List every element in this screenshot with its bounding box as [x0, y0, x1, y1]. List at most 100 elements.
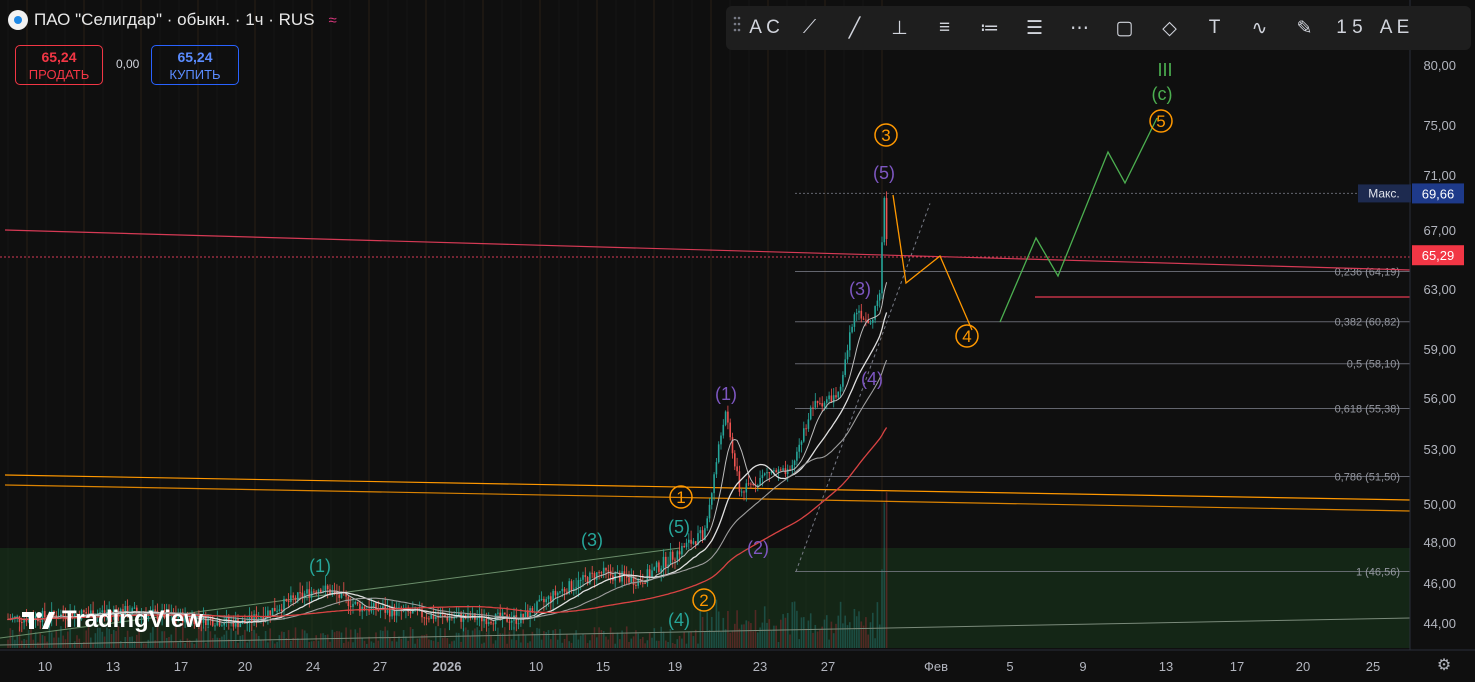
volume-bar: [366, 643, 368, 648]
sell-button[interactable]: 65,24 ПРОДАТЬ: [15, 45, 103, 85]
candle-body: [807, 419, 810, 429]
candle-body: [860, 310, 863, 319]
elliott-wave-label[interactable]: (2): [747, 538, 769, 558]
volume-bar: [34, 632, 37, 648]
candle-body: [554, 590, 557, 596]
fib-channel-icon[interactable]: ≔: [967, 6, 1012, 50]
candle-body: [494, 613, 497, 625]
price-chart[interactable]: 00,236 (64,19)0,382 (60,82)0,5 (58,10)0,…: [0, 0, 1475, 682]
elliott-wave-label[interactable]: (5): [873, 163, 895, 183]
brush-icon[interactable]: ✎: [1282, 6, 1327, 50]
volume-bar: [451, 641, 453, 648]
volume-bar: [837, 615, 840, 648]
volume-bar: [14, 639, 16, 648]
buy-button[interactable]: 65,24 КУПИТЬ: [151, 45, 239, 85]
volume-bar: [428, 639, 430, 648]
volume-bar: [154, 640, 156, 648]
volume-bar: [455, 632, 458, 648]
volume-bar: [763, 606, 766, 648]
candle-body: [423, 617, 426, 619]
volume-bar: [566, 634, 568, 648]
volume-bar: [306, 633, 308, 648]
candle-body: [800, 441, 803, 445]
elliott-wave-label[interactable]: III: [1157, 60, 1172, 80]
price-range-icon[interactable]: ⊥: [877, 6, 922, 50]
volume-bar: [522, 629, 524, 648]
elliott-wave-label[interactable]: (1): [715, 384, 737, 404]
candle-body: [517, 623, 520, 625]
volume-bar: [720, 632, 722, 648]
volume-bar: [375, 632, 377, 648]
elliott-wave-label[interactable]: (4): [668, 610, 690, 630]
price-axis-label: 46,00: [1423, 576, 1456, 591]
volume-bar: [57, 637, 60, 648]
volume-bar: [531, 631, 534, 648]
fib-levels-icon[interactable]: ☰: [1012, 6, 1057, 50]
text-icon[interactable]: T: [1192, 6, 1237, 50]
polyline-icon[interactable]: ⟋: [787, 6, 832, 50]
tradingview-logo-text: TradingView: [62, 606, 203, 633]
volume-bar: [658, 640, 660, 648]
candle-body: [287, 600, 290, 603]
volume-bar: [193, 643, 196, 648]
volume-bar: [849, 622, 851, 648]
time-axis-label: 13: [106, 659, 120, 674]
volume-bar: [481, 643, 483, 648]
volume-bar: [814, 624, 817, 648]
svg-text:(1): (1): [715, 384, 737, 404]
elliott-wave-label[interactable]: (5): [668, 517, 690, 537]
volume-bar: [586, 643, 589, 648]
candle-body: [320, 589, 322, 593]
candle-body: [313, 591, 315, 593]
path-icon[interactable]: ∿: [1237, 6, 1282, 50]
candle-body: [736, 466, 738, 472]
volume-bar: [225, 630, 228, 648]
market-status-icon[interactable]: ≈: [329, 12, 337, 29]
sell-label: ПРОДАТЬ: [28, 67, 90, 82]
volume-bar: [209, 631, 212, 648]
elliott-wave-label[interactable]: (1): [309, 556, 331, 576]
svg-text:(5): (5): [668, 517, 690, 537]
candle-body: [750, 483, 752, 485]
chart-settings-icon[interactable]: ⚙: [1433, 655, 1455, 677]
volume-bar: [460, 641, 462, 648]
volume-bar: [770, 630, 773, 648]
candle-body: [354, 601, 357, 604]
candle-body: [713, 474, 715, 494]
elliott-wave-label[interactable]: (c): [1152, 84, 1173, 104]
rotated-rectangle-icon[interactable]: ◇: [1147, 6, 1192, 50]
elliott-wave-label[interactable]: (4): [861, 369, 883, 389]
candle-body: [577, 580, 580, 588]
rectangle-icon[interactable]: ▢: [1102, 6, 1147, 50]
trendline-icon[interactable]: ╱: [832, 6, 877, 50]
volume-bar: [683, 631, 685, 648]
volume-bar: [697, 643, 699, 648]
elliott-wave-label[interactable]: (3): [849, 279, 871, 299]
volume-bar: [361, 637, 363, 648]
svg-text:4: 4: [962, 327, 971, 346]
volume-bar: [400, 638, 403, 648]
volume-bar: [260, 639, 262, 648]
drag-handle-icon[interactable]: [732, 14, 742, 43]
price-axis-label: 71,00: [1423, 168, 1456, 183]
spread-value: 0,00: [116, 57, 140, 71]
volume-bar: [559, 629, 561, 648]
volume-bar: [278, 635, 281, 648]
abcd-pattern-icon[interactable]: A C: [742, 6, 787, 50]
volume-bar: [412, 629, 414, 648]
candle-body: [497, 612, 499, 614]
candle-body: [720, 435, 722, 445]
elliott-wave-label[interactable]: (3): [581, 530, 603, 550]
volume-bar: [793, 601, 796, 648]
fib-timezone-icon[interactable]: ⋯: [1057, 6, 1102, 50]
volume-bar: [239, 635, 242, 648]
volume-bar: [674, 643, 676, 648]
time-axis-label: 5: [1006, 659, 1013, 674]
elliott-impulse-icon[interactable]: 1 5: [1327, 6, 1372, 50]
candle-body: [676, 551, 679, 560]
symbol-header[interactable]: ПАО "Селигдар" · обыкн. · 1ч · RUS ≈: [8, 10, 337, 30]
candle-body: [285, 598, 288, 601]
volume-bar: [211, 638, 214, 648]
parallel-channel-icon[interactable]: ≡: [922, 6, 967, 50]
elliott-correction-icon[interactable]: A E: [1372, 6, 1417, 50]
